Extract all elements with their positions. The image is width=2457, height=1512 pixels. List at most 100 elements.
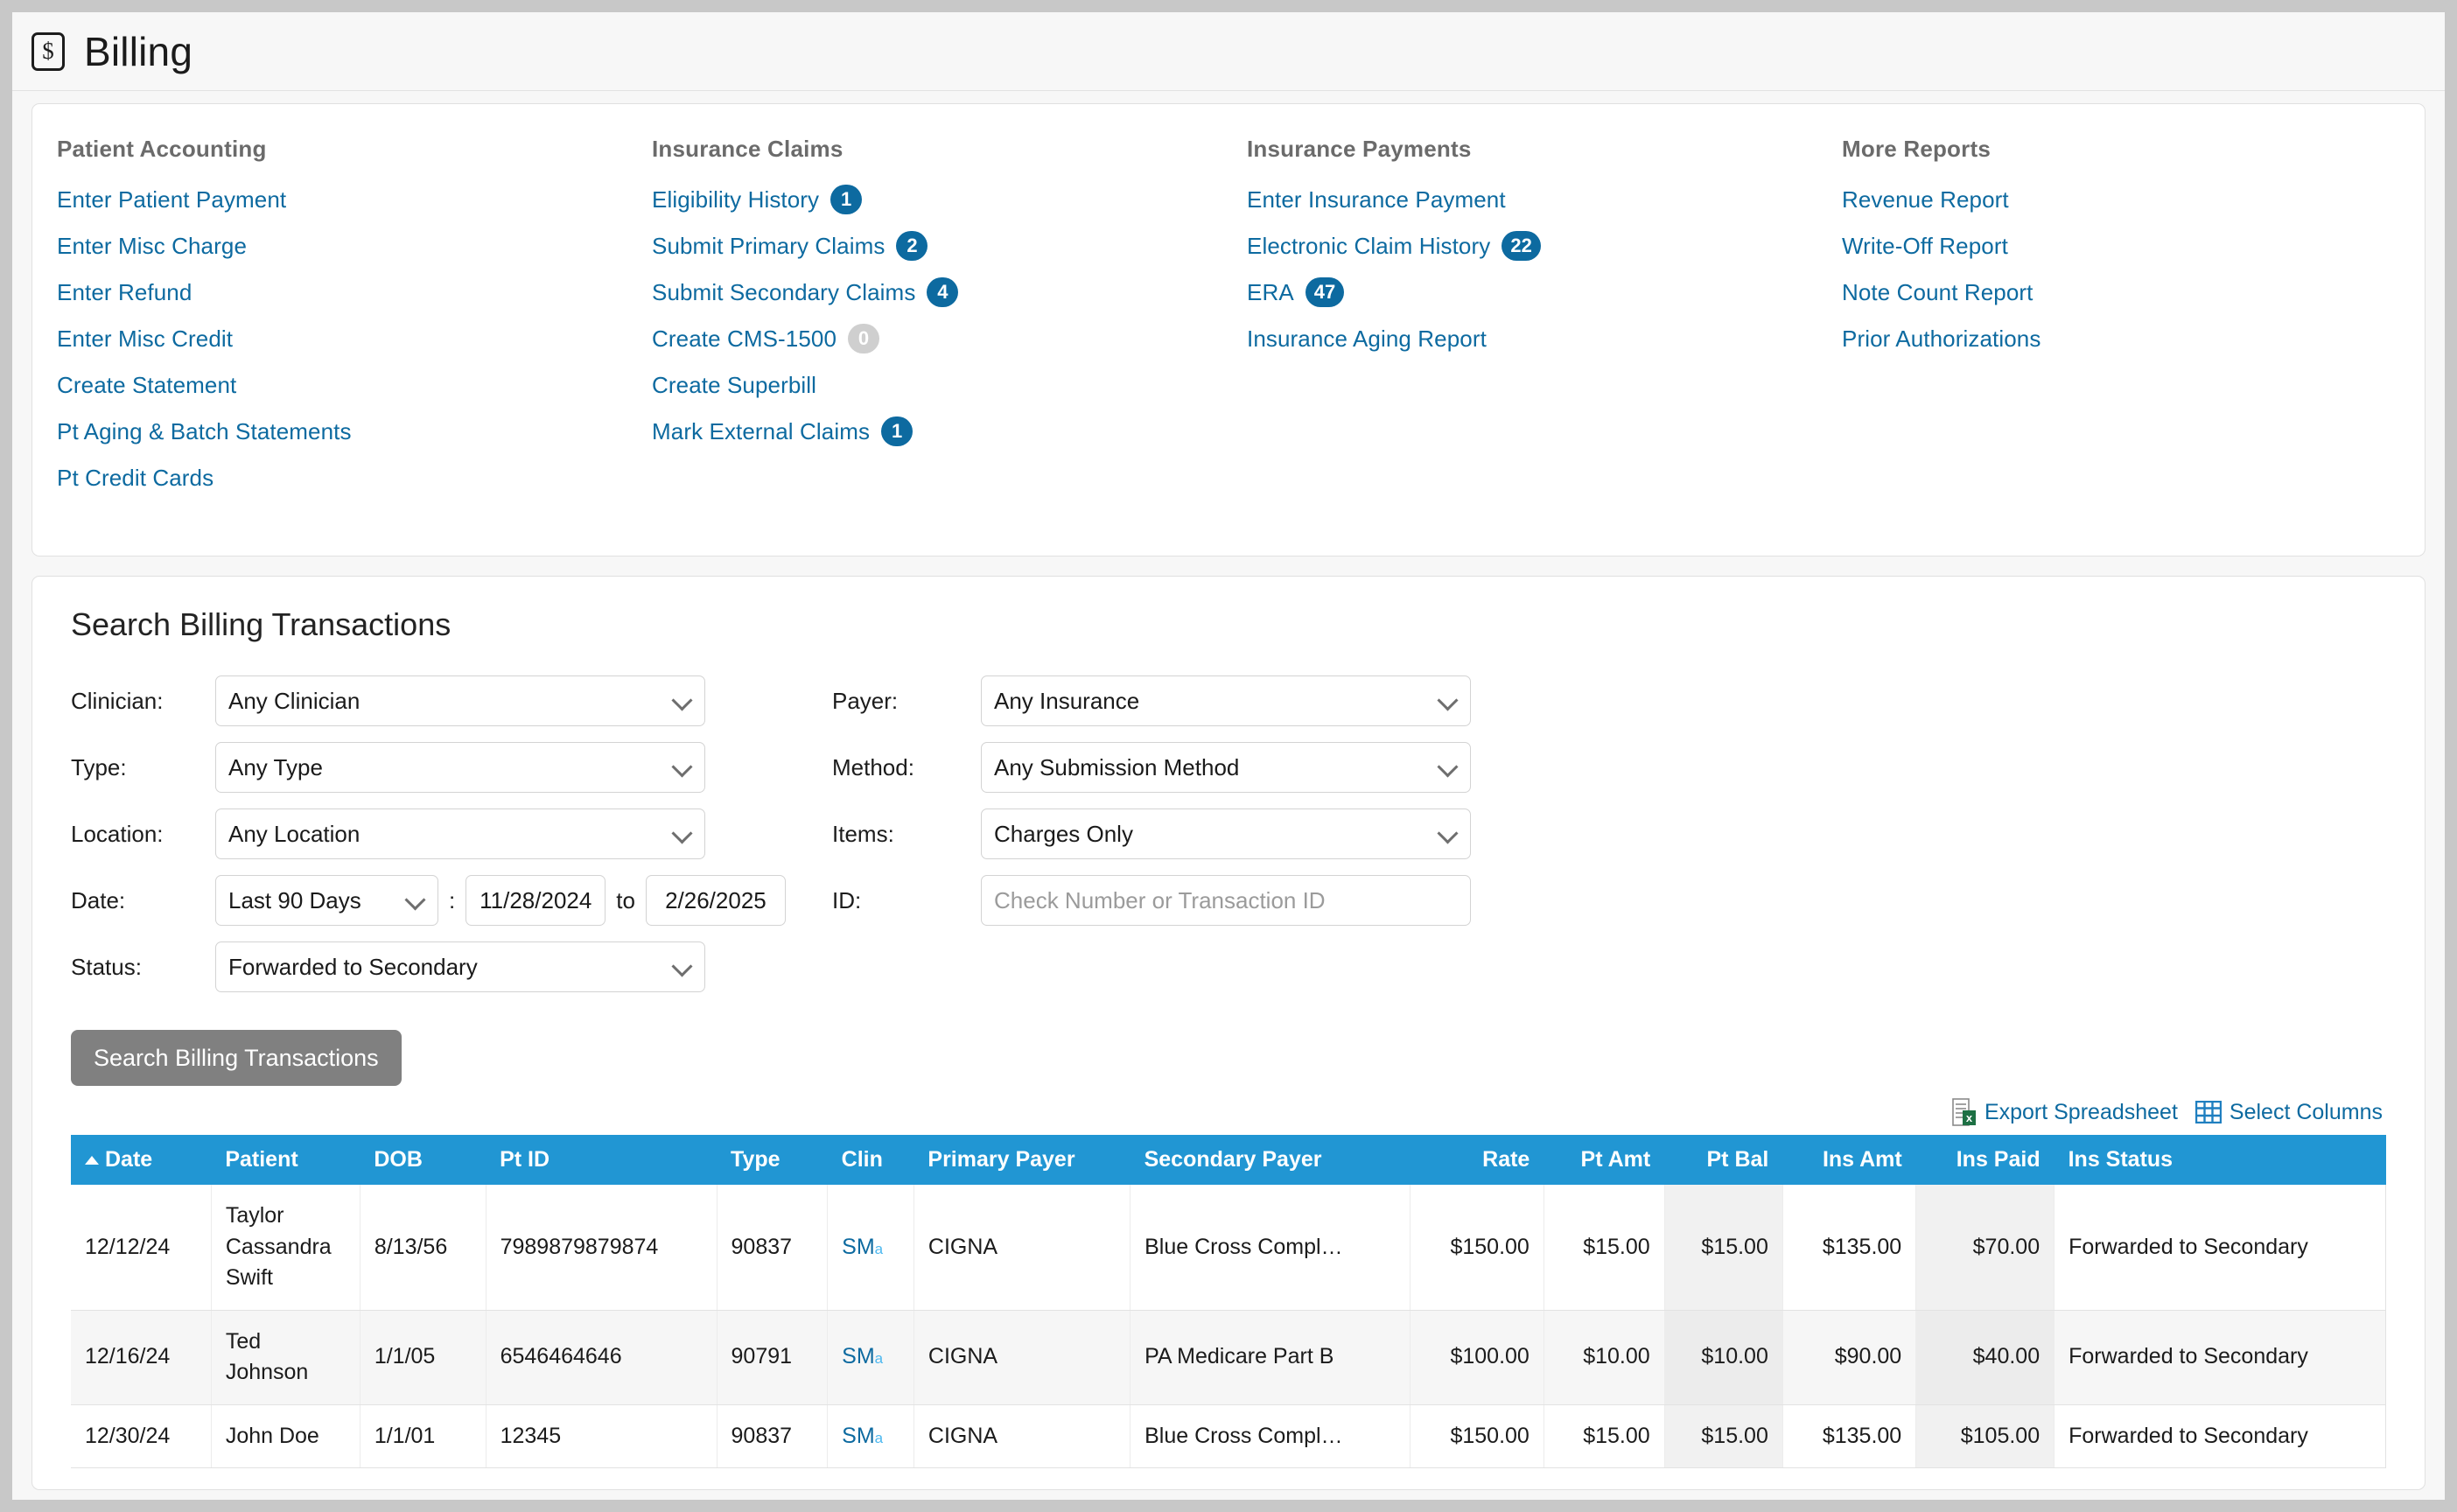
clinician-select[interactable]: Any Clinician xyxy=(215,676,705,726)
nav-link-create-cms-1500[interactable]: Create CMS-1500 xyxy=(652,326,836,353)
id-input[interactable]: Check Number or Transaction ID xyxy=(981,875,1471,926)
status-label: Status: xyxy=(71,954,215,981)
column-header-primary-payer[interactable]: Primary Payer xyxy=(914,1135,1130,1185)
nav-link-prior-authorizations[interactable]: Prior Authorizations xyxy=(1842,326,2040,353)
nav-link-enter-misc-credit[interactable]: Enter Misc Credit xyxy=(57,326,233,353)
nav-link-insurance-aging-report[interactable]: Insurance Aging Report xyxy=(1247,326,1487,353)
link-row: Pt Aging & Batch Statements xyxy=(57,417,652,445)
nav-link-enter-refund[interactable]: Enter Refund xyxy=(57,279,192,306)
cell-date[interactable]: 12/12/24 xyxy=(71,1185,211,1310)
search-billing-transactions-button[interactable]: Search Billing Transactions xyxy=(71,1030,402,1086)
column-header-type[interactable]: Type xyxy=(717,1135,828,1185)
column-header-label: Date xyxy=(105,1147,152,1172)
column-header-clin[interactable]: Clin xyxy=(828,1135,914,1185)
nav-link-create-superbill[interactable]: Create Superbill xyxy=(652,372,816,399)
column-header-label: Secondary Payer xyxy=(1144,1147,1322,1172)
column-header-label: Ins Amt xyxy=(1823,1147,1902,1172)
nav-link-submit-secondary-claims[interactable]: Submit Secondary Claims xyxy=(652,279,915,306)
date-range-select[interactable]: Last 90 Days xyxy=(215,875,438,926)
cell-ins-amt: $135.00 xyxy=(1782,1185,1915,1310)
method-select[interactable]: Any Submission Method xyxy=(981,742,1471,793)
items-select[interactable]: Charges Only xyxy=(981,808,1471,859)
date-to-input[interactable]: 2/26/2025 xyxy=(646,875,786,926)
clinician-suffix: a xyxy=(875,1350,883,1367)
column-header-ins-amt[interactable]: Ins Amt xyxy=(1782,1135,1915,1185)
cell-date[interactable]: 12/16/24 xyxy=(71,1310,211,1404)
sort-ascending-icon xyxy=(85,1156,99,1165)
page-title: Billing xyxy=(84,28,192,75)
table-row[interactable]: 12/16/24Ted Johnson1/1/05654646464690791… xyxy=(71,1310,2386,1404)
table-row[interactable]: 12/12/24Taylor Cassandra Swift8/13/56798… xyxy=(71,1185,2386,1310)
column-header-pt-amt[interactable]: Pt Amt xyxy=(1544,1135,1664,1185)
nav-link-enter-patient-payment[interactable]: Enter Patient Payment xyxy=(57,186,286,214)
link-row: Enter Refund xyxy=(57,278,652,306)
select-columns-label: Select Columns xyxy=(2230,1100,2383,1125)
nav-link-pt-aging-batch-statements[interactable]: Pt Aging & Batch Statements xyxy=(57,418,352,445)
status-select[interactable]: Forwarded to Secondary xyxy=(215,942,705,992)
count-badge: 2 xyxy=(896,231,928,261)
location-select[interactable]: Any Location xyxy=(215,808,705,859)
date-colon-separator: : xyxy=(449,887,455,914)
nav-link-electronic-claim-history[interactable]: Electronic Claim History xyxy=(1247,233,1490,260)
column-header-label: Type xyxy=(731,1147,780,1172)
nav-link-pt-credit-cards[interactable]: Pt Credit Cards xyxy=(57,465,214,492)
table-row[interactable]: 12/30/24John Doe1/1/011234590837SMaCIGNA… xyxy=(71,1404,2386,1468)
nav-link-create-statement[interactable]: Create Statement xyxy=(57,372,236,399)
column-header-dob[interactable]: DOB xyxy=(360,1135,486,1185)
cell-primary-payer[interactable]: CIGNA xyxy=(914,1185,1130,1310)
cell-clinician[interactable]: SMa xyxy=(828,1185,914,1310)
nav-link-enter-misc-charge[interactable]: Enter Misc Charge xyxy=(57,233,247,260)
link-row: Note Count Report xyxy=(1842,278,2332,306)
cell-patient[interactable]: John Doe xyxy=(211,1404,360,1468)
link-row: Submit Secondary Claims4 xyxy=(652,278,1247,306)
column-header-ins-paid[interactable]: Ins Paid xyxy=(1916,1135,2054,1185)
type-select[interactable]: Any Type xyxy=(215,742,705,793)
nav-link-note-count-report[interactable]: Note Count Report xyxy=(1842,279,2034,306)
cell-pt-amt: $15.00 xyxy=(1544,1185,1664,1310)
cell-patient[interactable]: Ted Johnson xyxy=(211,1310,360,1404)
export-spreadsheet-link[interactable]: x Export Spreadsheet xyxy=(1952,1098,2178,1126)
method-value: Any Submission Method xyxy=(994,754,1430,781)
cell-type[interactable]: 90837 xyxy=(717,1404,828,1468)
column-header-date[interactable]: Date xyxy=(71,1135,211,1185)
link-row: Prior Authorizations xyxy=(1842,325,2332,353)
clinician-initials: SM xyxy=(842,1344,875,1368)
column-header-pt-id[interactable]: Pt ID xyxy=(486,1135,717,1185)
cell-patient[interactable]: Taylor Cassandra Swift xyxy=(211,1185,360,1310)
cell-pt-id: 7989879879874 xyxy=(486,1185,717,1310)
nav-link-write-off-report[interactable]: Write-Off Report xyxy=(1842,233,2008,260)
cell-date[interactable]: 12/30/24 xyxy=(71,1404,211,1468)
cell-primary-payer[interactable]: CIGNA xyxy=(914,1310,1130,1404)
cell-clinician[interactable]: SMa xyxy=(828,1404,914,1468)
column-header-patient[interactable]: Patient xyxy=(211,1135,360,1185)
link-row: Enter Patient Payment xyxy=(57,186,652,214)
date-label: Date: xyxy=(71,887,215,914)
nav-link-mark-external-claims[interactable]: Mark External Claims xyxy=(652,418,870,445)
date-from-input[interactable]: 11/28/2024 xyxy=(466,875,606,926)
items-field-row: Items: Charges Only xyxy=(832,806,1550,862)
cell-secondary-payer[interactable]: Blue Cross Compl… xyxy=(1130,1185,1410,1310)
id-field-row: ID: Check Number or Transaction ID xyxy=(832,872,1550,928)
id-label: ID: xyxy=(832,887,981,914)
column-header-rate[interactable]: Rate xyxy=(1410,1135,1544,1185)
cell-secondary-payer[interactable]: PA Medicare Part B xyxy=(1130,1310,1410,1404)
cell-pt-id: 6546464646 xyxy=(486,1310,717,1404)
nav-link-eligibility-history[interactable]: Eligibility History xyxy=(652,186,819,214)
cell-primary-payer[interactable]: CIGNA xyxy=(914,1404,1130,1468)
column-header-ins-status[interactable]: Ins Status xyxy=(2054,1135,2386,1185)
billing-transactions-table: Date PatientDOBPt ID Type ClinPrimary Payer… xyxy=(71,1135,2386,1468)
column-header-secondary-payer[interactable]: Secondary Payer xyxy=(1130,1135,1410,1185)
nav-link-enter-insurance-payment[interactable]: Enter Insurance Payment xyxy=(1247,186,1506,214)
chevron-down-icon xyxy=(1438,691,1458,710)
nav-link-revenue-report[interactable]: Revenue Report xyxy=(1842,186,2009,214)
cell-secondary-payer[interactable]: Blue Cross Compl… xyxy=(1130,1404,1410,1468)
payer-select[interactable]: Any Insurance xyxy=(981,676,1471,726)
nav-link-era[interactable]: ERA xyxy=(1247,279,1294,306)
cell-type[interactable]: 90791 xyxy=(717,1310,828,1404)
cell-clinician[interactable]: SMa xyxy=(828,1310,914,1404)
column-header-pt-bal[interactable]: Pt Bal xyxy=(1664,1135,1782,1185)
link-row: Electronic Claim History22 xyxy=(1247,232,1842,260)
cell-type[interactable]: 90837 xyxy=(717,1185,828,1310)
select-columns-link[interactable]: Select Columns xyxy=(2195,1100,2383,1125)
nav-link-submit-primary-claims[interactable]: Submit Primary Claims xyxy=(652,233,885,260)
